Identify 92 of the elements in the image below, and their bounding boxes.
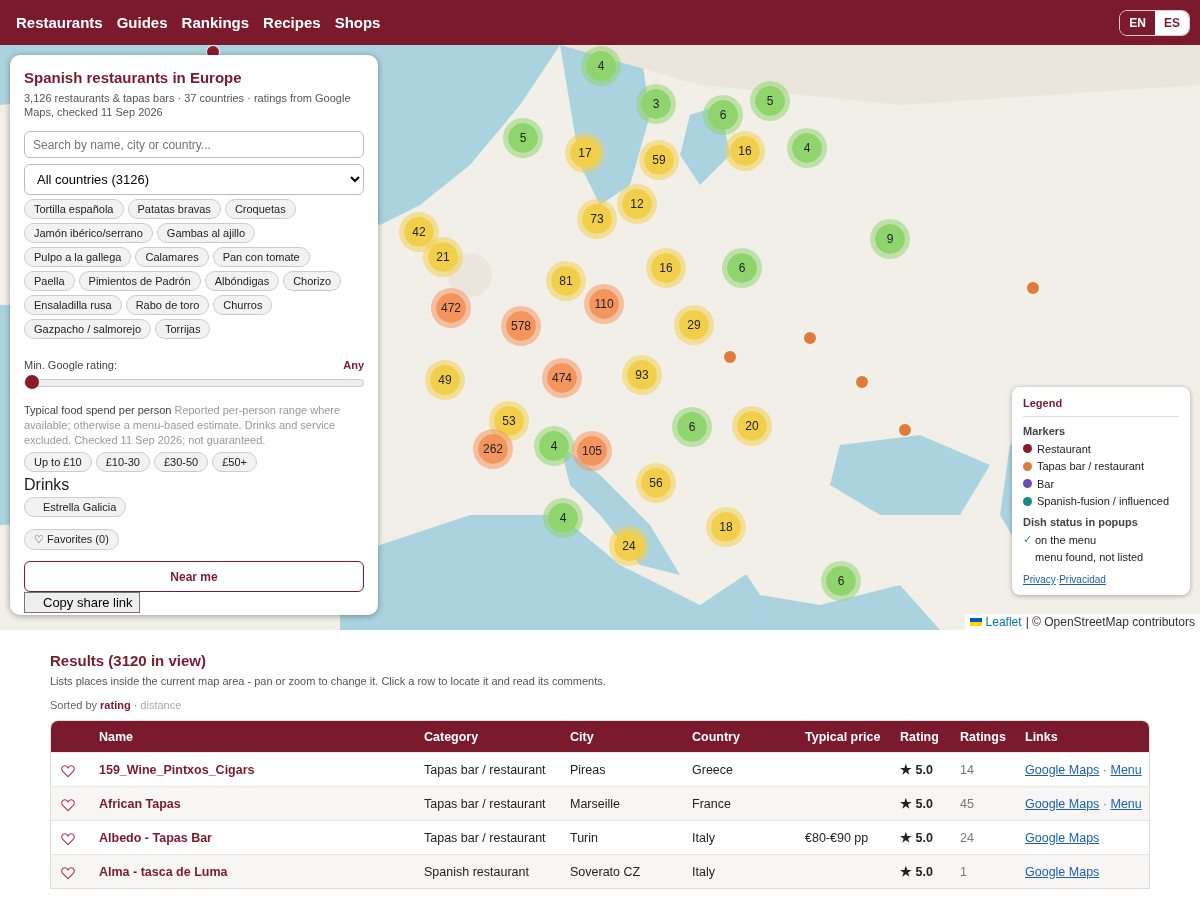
flag-icon: [969, 618, 982, 626]
rating-cell: ★ 5.0: [894, 854, 954, 888]
filter-chip[interactable]: Pulpo a la gallega: [24, 247, 132, 267]
filter-chip[interactable]: Pimientos de Padrón: [78, 271, 201, 291]
column-header: Name: [93, 721, 418, 752]
legend-heading: Markers: [1023, 425, 1067, 437]
filter-chip[interactable]: £50+: [212, 452, 257, 472]
filter-chip[interactable]: £30-50: [153, 452, 209, 472]
country-dropdown[interactable]: All countries (3126): [24, 164, 364, 195]
privacy-link[interactable]: Privacidad: [1059, 574, 1106, 585]
table-link[interactable]: Google Maps: [1025, 830, 1100, 845]
legend-label: Restaurant: [1037, 442, 1091, 455]
table-cell: Soverato CZ: [564, 854, 686, 888]
table-cell: France: [686, 786, 799, 820]
column-header: Typical price: [799, 721, 894, 752]
drinks-heading: Drinks: [24, 476, 71, 494]
table-link[interactable]: Google Maps: [1025, 796, 1100, 811]
filter-chip[interactable]: Tortilla española: [24, 199, 124, 219]
nav-link[interactable]: Restaurants: [16, 14, 103, 31]
table-cell: Italy: [686, 854, 799, 888]
filter-chip[interactable]: Croquetas: [224, 199, 296, 219]
language-button[interactable]: ES: [1155, 10, 1189, 35]
table-link[interactable]: Menu: [1110, 796, 1142, 811]
attribution-text: | © OpenStreetMap contributors: [1025, 615, 1195, 629]
copy-link-button[interactable]: Copy share link: [24, 592, 140, 613]
filter-chip[interactable]: Up to £10: [24, 452, 92, 472]
nav-link[interactable]: Shops: [334, 14, 381, 31]
column-header: Links: [1019, 721, 1149, 752]
legend-label: Tapas bar / restaurant: [1037, 460, 1144, 473]
filter-chip[interactable]: Gazpacho / salmorejo: [24, 319, 151, 339]
column-header: Rating: [894, 721, 954, 752]
legend-title: Legend: [1023, 397, 1179, 417]
heart-icon[interactable]: [61, 764, 75, 778]
legend-heading: Dish status in popups: [1023, 516, 1139, 528]
filter-chip[interactable]: Pan con tomate: [212, 247, 310, 267]
rating-cell: ★ 5.0: [894, 786, 954, 820]
filter-chip[interactable]: Paella: [24, 271, 75, 291]
table-cell: 1: [954, 854, 1019, 888]
sort-option[interactable]: rating: [100, 699, 131, 711]
filter-chip[interactable]: Albóndigas: [204, 271, 280, 291]
separator: ·: [1101, 796, 1108, 811]
table-link[interactable]: Menu: [1110, 762, 1142, 777]
heart-icon[interactable]: [61, 866, 75, 880]
slider-thumb[interactable]: [25, 375, 39, 389]
column-header: Country: [686, 721, 799, 752]
filter-chip[interactable]: Churros: [213, 295, 273, 315]
column-header: Ratings: [954, 721, 1019, 752]
spend-description: Typical food spend per person Reported per-person range where available; otherwise a menu-based estimate. Drinks and service excluded. Checked 11 Sep 2026; not guaranteed.: [24, 403, 342, 448]
table-cell: 45: [954, 786, 1019, 820]
filter-chip[interactable]: Gambas al ajillo: [156, 223, 256, 243]
legend-label: on the menu: [1035, 533, 1097, 546]
legend-label: menu found, not listed: [1035, 551, 1144, 564]
rating-value: Any: [343, 359, 364, 371]
table-cell: Tapas bar / restaurant: [418, 786, 564, 820]
panel-subtitle: 3,126 restaurants & tapas bars · 37 countries · ratings from Google Maps, checked 11 Sep 2026: [24, 91, 352, 119]
nav-link[interactable]: Recipes: [263, 14, 321, 31]
table-cell: Marseille: [564, 786, 686, 820]
panel-title: Spanish restaurants in Europe: [24, 69, 243, 86]
column-header: Category: [418, 721, 564, 752]
search-field[interactable]: Search by name, city or country...: [24, 131, 364, 158]
rating-label: Min. Google rating:: [24, 359, 117, 371]
check-icon: ✓: [1023, 533, 1030, 547]
filter-chip[interactable]: Chorizo: [283, 271, 342, 291]
nav-link[interactable]: Guides: [116, 14, 168, 31]
heart-icon[interactable]: [61, 832, 75, 846]
filter-chip[interactable]: Patatas bravas: [127, 199, 221, 219]
filter-chip[interactable]: Calamares: [135, 247, 209, 267]
results-description: Lists places inside the current map area - pan or zoom to change it. Click a row to locate it and read its comments.: [50, 675, 607, 687]
place-name[interactable]: African Tapas: [93, 786, 418, 820]
near-me-button[interactable]: Near me: [24, 561, 364, 592]
privacy-link[interactable]: Privacy: [1023, 574, 1056, 585]
place-name[interactable]: Alma - tasca de Luma: [93, 854, 418, 888]
separator: ·: [1055, 574, 1060, 585]
separator: ·: [133, 699, 138, 711]
leaflet-link[interactable]: Leaflet: [985, 615, 1022, 629]
table-link[interactable]: Google Maps: [1025, 762, 1100, 777]
column-header: City: [564, 721, 686, 752]
table-cell: Spanish restaurant: [418, 854, 564, 888]
heart-icon[interactable]: [61, 798, 75, 812]
filter-chip[interactable]: Jamón ibérico/serrano: [24, 223, 153, 243]
filter-chip[interactable]: Ensaladilla rusa: [24, 295, 122, 315]
favorites-button[interactable]: ♡ Favorites (0): [24, 529, 119, 550]
legend-label: Spanish-fusion / influenced: [1037, 495, 1170, 508]
filter-chip[interactable]: £10-30: [95, 452, 150, 472]
legend-label: Bar: [1037, 477, 1055, 490]
nav-link[interactable]: Rankings: [181, 14, 250, 31]
filter-chip[interactable]: Rabo de toro: [125, 295, 210, 315]
filter-chip[interactable]: Estrella Galicia: [24, 497, 127, 517]
separator: ·: [1101, 762, 1108, 777]
results-title: Results (3120 in view): [50, 652, 207, 669]
sort-label: Sorted by: [50, 699, 98, 711]
filter-chip[interactable]: Torrijas: [155, 319, 211, 339]
